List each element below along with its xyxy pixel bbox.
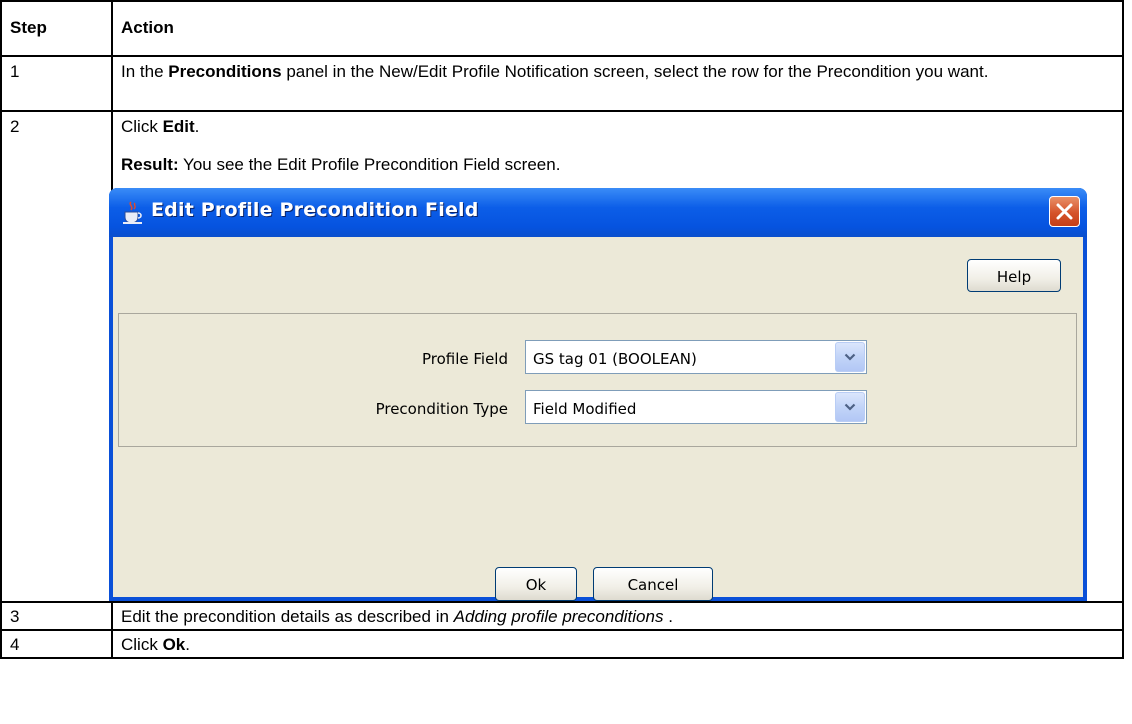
dialog-toolbar: Help — [113, 237, 1083, 307]
close-icon — [1056, 203, 1073, 220]
precondition-type-label: Precondition Type — [375, 400, 508, 418]
profile-field-label: Profile Field — [421, 350, 508, 368]
action-text: Click Ok. — [121, 635, 190, 654]
action-cell: In the Preconditions panel in the New/Ed… — [111, 55, 1124, 112]
action-text: In the Preconditions panel in the New/Ed… — [121, 62, 989, 81]
step-number-cell: 3 — [0, 601, 113, 631]
action-cell: Click Edit. Result: You see the Edit Pro… — [109, 110, 1124, 603]
table-row: 1 In the Preconditions panel in the New/… — [0, 55, 1124, 112]
step-number-cell: 4 — [0, 629, 113, 659]
ok-button[interactable]: Ok — [495, 567, 577, 601]
steps-table: Step Action 1 In the Preconditions panel… — [0, 0, 1124, 659]
close-button[interactable] — [1049, 196, 1080, 227]
table-row: 2 Click Edit. Result: You see the Edit P… — [0, 110, 1124, 603]
action-text: Click Edit. — [121, 117, 200, 136]
dialog-titlebar: Edit Profile Precondition Field — [109, 188, 1087, 237]
table-header-row: Step Action — [0, 0, 1124, 57]
dialog-body: Help Profile Field GS tag 01 (BOOLEAN) P… — [113, 237, 1083, 601]
precondition-type-dropdown-button[interactable] — [835, 392, 865, 422]
precondition-type-dropdown[interactable]: Field Modified — [525, 390, 867, 424]
profile-field-dropdown[interactable]: GS tag 01 (BOOLEAN) — [525, 340, 867, 374]
action-cell: Click Ok. — [111, 629, 1124, 659]
profile-field-value: GS tag 01 (BOOLEAN) — [533, 350, 697, 368]
action-cell: Edit the precondition details as describ… — [111, 601, 1124, 631]
edit-profile-precondition-dialog: Edit Profile Precondition Field Help Pro… — [109, 188, 1087, 601]
table-row: 3 Edit the precondition details as descr… — [0, 601, 1124, 631]
chevron-down-icon — [844, 403, 856, 411]
profile-field-dropdown-button[interactable] — [835, 342, 865, 372]
precondition-form: Profile Field GS tag 01 (BOOLEAN) Precon… — [118, 313, 1077, 447]
java-cup-icon — [123, 201, 142, 224]
result-text: Result: You see the Edit Profile Precond… — [121, 155, 561, 174]
table-row: 4 Click Ok. — [0, 629, 1124, 659]
profile-field-row: Profile Field GS tag 01 (BOOLEAN) — [119, 340, 1076, 374]
action-text: Edit the precondition details as describ… — [121, 607, 673, 626]
cancel-button[interactable]: Cancel — [593, 567, 713, 601]
step-number-cell: 2 — [0, 110, 113, 603]
column-header-step: Step — [0, 0, 113, 57]
dialog-title: Edit Profile Precondition Field — [151, 199, 479, 221]
precondition-type-value: Field Modified — [533, 400, 637, 418]
step-number-cell: 1 — [0, 55, 113, 112]
precondition-type-row: Precondition Type Field Modified — [119, 390, 1076, 424]
help-button[interactable]: Help — [967, 259, 1061, 292]
chevron-down-icon — [844, 353, 856, 361]
column-header-action: Action — [111, 0, 1124, 57]
